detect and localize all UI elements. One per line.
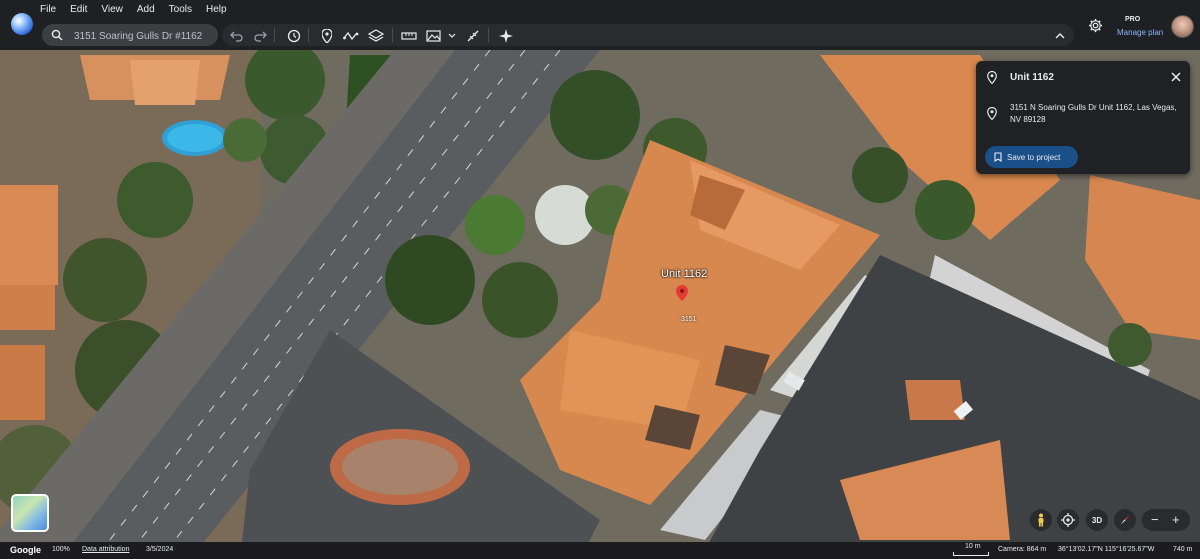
street-view-pegman-icon[interactable] (1030, 509, 1052, 531)
menu-bar: File Edit View Add Tools Help (40, 4, 241, 15)
measure-icon[interactable] (464, 27, 482, 45)
map-building-label: 3151 (681, 316, 697, 323)
magic-icon[interactable] (497, 27, 515, 45)
manage-plan-link[interactable]: Manage plan (1117, 28, 1163, 37)
avatar[interactable] (1171, 15, 1194, 38)
menu-file[interactable]: File (40, 4, 63, 15)
menu-view[interactable]: View (101, 4, 130, 15)
map-style-thumbnail[interactable] (11, 494, 49, 532)
place-title: Unit 1162 (1010, 72, 1054, 83)
view-3d-toggle[interactable]: 3D (1086, 509, 1108, 531)
settings-gear-icon[interactable] (1088, 18, 1103, 38)
menu-edit[interactable]: Edit (70, 4, 94, 15)
menu-add[interactable]: Add (137, 4, 162, 15)
placemark-icon[interactable] (318, 27, 336, 45)
zoom-level: 100% (52, 546, 70, 553)
image-overlay-icon[interactable] (425, 27, 443, 45)
zoom-in-button[interactable]: + (1172, 512, 1180, 527)
zoom-out-button[interactable]: − (1151, 512, 1159, 527)
map-unit-label: Unit 1162 (661, 268, 708, 280)
camera-altitude: Camera: 864 m (998, 546, 1047, 553)
zoom-control: − + (1142, 509, 1190, 531)
address-pin-icon (987, 107, 997, 120)
status-bar: Google 100% Data attribution 3/5/2024 10… (0, 542, 1200, 559)
menu-help[interactable]: Help (206, 4, 234, 15)
data-attribution-link[interactable]: Data attribution (82, 546, 129, 553)
redo-icon[interactable] (251, 27, 269, 45)
scale-label: 10 m (965, 543, 981, 550)
google-logo: Google (10, 545, 41, 555)
location-pin-icon[interactable] (676, 285, 688, 306)
search-box[interactable] (42, 24, 218, 46)
compass-icon[interactable] (1114, 509, 1136, 531)
undo-icon[interactable] (228, 27, 246, 45)
menu-tools[interactable]: Tools (169, 4, 199, 15)
imagery-date: 3/5/2024 (146, 546, 174, 553)
save-to-project-label: Save to project (1007, 152, 1061, 162)
layers-icon[interactable] (367, 27, 385, 45)
place-info-card: Unit 1162 3151 N Soaring Gulls Dr Unit 1… (976, 61, 1190, 174)
scale-bar (953, 552, 989, 556)
app-logo-icon[interactable] (11, 13, 33, 35)
location-pin-icon (987, 71, 997, 84)
bookmark-icon (994, 152, 1002, 162)
history-icon[interactable] (285, 27, 303, 45)
top-bar: File Edit View Add Tools Help 3151 Soari… (0, 0, 1200, 50)
coordinates: 36°13'02.17"N 115°16'25.67"W (1058, 546, 1155, 553)
path-icon[interactable] (342, 27, 360, 45)
close-icon[interactable] (1171, 72, 1181, 82)
search-input[interactable] (72, 26, 216, 46)
elevation: 740 m (1173, 546, 1193, 553)
place-address: 3151 N Soaring Gulls Dr Unit 1162, Las V… (1010, 103, 1177, 124)
ruler-icon[interactable] (400, 27, 418, 45)
collapse-icon[interactable] (1051, 27, 1069, 45)
save-to-project-button[interactable]: Save to project (985, 146, 1078, 168)
my-location-icon[interactable] (1057, 509, 1079, 531)
pro-badge: PRO (1125, 16, 1141, 23)
more-icon[interactable] (443, 27, 461, 45)
search-icon (51, 29, 63, 41)
